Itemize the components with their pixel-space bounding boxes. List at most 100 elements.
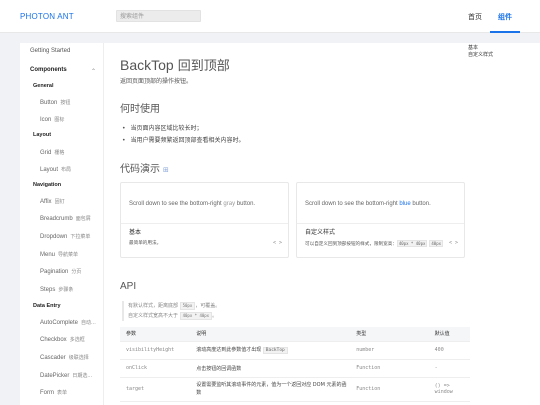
section-demos: 代码演示 ⊞ (120, 160, 169, 175)
demo-text-highlight: gray (223, 201, 236, 207)
sidebar-item-cascader[interactable]: Cascader 级联选择 (40, 354, 89, 361)
column-header: 类型 (350, 327, 429, 342)
inline-code: 50px (179, 302, 196, 310)
cell-type: number (350, 341, 429, 360)
cell-description: 点击按钮的回调函数 (190, 359, 351, 378)
demo-description: 可以自定义回到顶部按钮的样式，限制宽高： 40px * 40px 40px (305, 240, 444, 247)
table-of-contents: 基本 自定义样式 (468, 45, 493, 59)
inline-code: BackTop (262, 347, 288, 354)
page-title-cn: 回到顶部 (177, 59, 230, 74)
page-title-en: BackTop (120, 57, 174, 73)
section-api: API (120, 281, 137, 292)
sidebar-item-label-cn: 自动... (81, 320, 96, 326)
sidebar-item-label: Breadcrumb (40, 216, 73, 222)
sidebar-item-label: Form (40, 390, 54, 396)
chevron-up-icon[interactable]: ⌃ (91, 68, 96, 75)
sidebar-item-label: Grid (40, 150, 52, 156)
demo-text-before: Scroll down to see the bottom-right (305, 201, 400, 207)
nav-components[interactable]: 组件 (498, 12, 512, 22)
expand-all-icon[interactable]: ⊞ (163, 166, 169, 174)
cell-default: () => window (428, 377, 470, 402)
sidebar-item-label: DatePicker (40, 373, 70, 379)
demo-text-after: button. (235, 201, 256, 207)
cell-text: 滚动高度达到此参数值才出现 (196, 347, 263, 353)
demo-preview-text: Scroll down to see the bottom-right blue… (305, 201, 431, 207)
table-row: visibilityHeight 滚动高度达到此参数值才出现 BackTop n… (120, 341, 470, 360)
list-item: 当用户需要频繁返回顶部查看相关内容时。 (122, 135, 245, 144)
cell-param: target (120, 377, 191, 402)
sidebar-item-label-cn: 下拉菜单 (70, 234, 91, 240)
sidebar-item-form[interactable]: Form 表单 (40, 389, 67, 396)
sidebar-group-components[interactable]: Components (30, 67, 67, 73)
sidebar-item-label-cn: 日期选... (72, 373, 93, 379)
card-divider (121, 223, 288, 224)
api-note-text: 有默认样式，距离底部 (128, 303, 180, 309)
sidebar-item-label-cn: 图标 (54, 117, 65, 123)
api-note-text: ，可覆盖。 (195, 303, 221, 309)
sidebar-item-label-cn: 级联选择 (68, 355, 89, 361)
cell-default: 400 (428, 341, 470, 360)
demo-text-after: button. (410, 201, 431, 207)
sidebar-item-label: AutoComplete (40, 320, 79, 326)
sidebar-item-dropdown[interactable]: Dropdown 下拉菜单 (40, 233, 90, 240)
inline-code: 40px (429, 240, 444, 247)
sidebar-item-datepicker[interactable]: DatePicker 日期选... (40, 372, 92, 379)
column-header: 参数 (120, 327, 191, 342)
sidebar-item-steps[interactable]: Steps 步骤条 (40, 286, 73, 293)
api-note: 有默认样式，距离底部 50px ，可覆盖。 自定义样式宽高不大于 40px * 4… (122, 301, 242, 321)
column-header: 说明 (190, 327, 351, 342)
sidebar-item-button[interactable]: Button 按钮 (40, 99, 70, 106)
sidebar-item-label: Icon (40, 117, 52, 123)
demo-preview-text: Scroll down to see the bottom-right gray… (129, 201, 255, 207)
sidebar-item-pagination[interactable]: Pagination 分页 (40, 268, 81, 275)
sidebar-item-menu[interactable]: Menu 导航菜单 (40, 251, 78, 258)
sidebar-item-label: Button (40, 100, 58, 106)
table-row: onClick 点击按钮的回调函数 Function - (120, 359, 470, 378)
sidebar-item-grid[interactable]: Grid 栅格 (40, 149, 64, 156)
table-row: target 设置需要监听其滚动事件的元素，值为一个返回对应 DOM 元素的函数… (120, 377, 470, 402)
sidebar-item-label-cn: 栅格 (54, 150, 65, 156)
sidebar-item-label: Menu (40, 252, 56, 258)
api-note-text: 。 (212, 313, 218, 319)
sidebar-item-label: Layout (40, 167, 59, 173)
list-item: 当页面内容区域比较长时； (122, 123, 203, 132)
api-note-line: 自定义样式宽高不大于 40px * 40px。 (128, 311, 242, 321)
sidebar-item-label-cn: 表单 (57, 390, 68, 396)
code-expand-icon[interactable]: < > (273, 240, 282, 246)
api-note-text: 自定义样式宽高不大于 (128, 313, 180, 319)
sidebar-item-breadcrumb[interactable]: Breadcrumb 面包屑 (40, 215, 91, 222)
sidebar-item-label: Dropdown (40, 234, 68, 240)
sidebar-group-layout: Layout (33, 132, 52, 138)
sidebar-item-affix[interactable]: Affix 固钉 (40, 198, 65, 205)
main-content: BackTop回到顶部 返回页面顶部的操作按钮。 何时使用 当页面内容区域比较长… (104, 43, 540, 405)
card-divider (297, 223, 464, 224)
sidebar-item-checkbox[interactable]: Checkbox 多选框 (40, 336, 85, 343)
sidebar-item-label-cn: 导航菜单 (58, 252, 79, 258)
demo-card-custom: Scroll down to see the bottom-right blue… (296, 182, 465, 258)
demo-description-text: 可以自定义回到顶部按钮的样式，限制宽高： (305, 242, 397, 247)
sidebar: Getting Started Components ⌃ General But… (20, 43, 104, 405)
sidebar-item-autocomplete[interactable]: AutoComplete 自动... (40, 319, 96, 326)
sidebar-item-label-cn: 分页 (71, 269, 82, 275)
inline-code: 40px * 40px (179, 312, 213, 320)
sidebar-group-general: General (33, 83, 54, 89)
code-expand-icon[interactable]: < > (449, 240, 458, 246)
sidebar-item-icon[interactable]: Icon 图标 (40, 116, 64, 123)
sidebar-item-label-cn: 步骤条 (58, 287, 74, 293)
search-input[interactable] (116, 10, 201, 22)
sidebar-item-label-cn: 面包屑 (75, 216, 91, 222)
demo-text-highlight: blue (399, 201, 411, 207)
toc-item-custom[interactable]: 自定义样式 (468, 52, 493, 59)
nav-home[interactable]: 首页 (468, 12, 482, 22)
sidebar-item-getting-started[interactable]: Getting Started (30, 48, 70, 54)
logo[interactable]: PHOTON ANT (20, 12, 74, 21)
sidebar-item-layout[interactable]: Layout 布局 (40, 166, 71, 173)
sidebar-item-label-cn: 布局 (61, 167, 72, 173)
table-header-row: 参数 说明 类型 默认值 (120, 327, 470, 342)
cell-type: Function (350, 359, 429, 378)
nav-active-indicator (490, 31, 520, 33)
sidebar-item-label-cn: 多选框 (69, 337, 85, 343)
demo-title: 自定义样式 (305, 229, 336, 236)
toc-item-basic[interactable]: 基本 (468, 45, 493, 52)
sidebar-item-label: Affix (40, 199, 52, 205)
